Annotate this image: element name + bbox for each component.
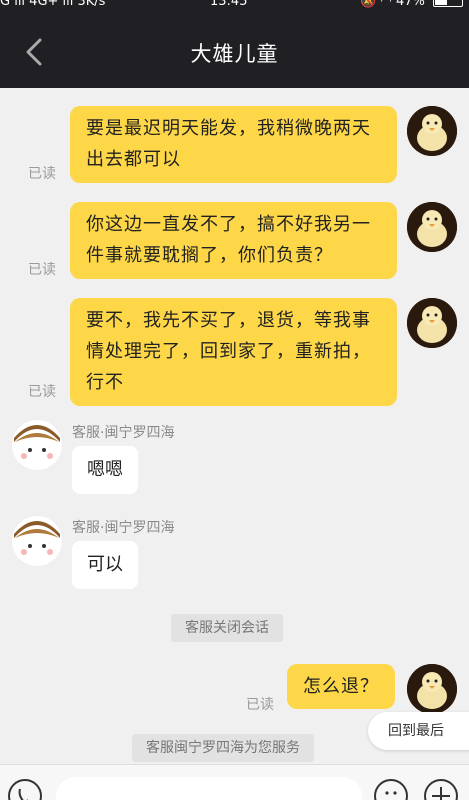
read-receipt: 已读 [246, 697, 274, 713]
status-bar: G ıll 4G+ ıll 3K/s 13:45 🔕 ◠ 47% [0, 0, 469, 12]
jump-to-latest-button[interactable]: 回到最后 [368, 712, 469, 750]
agent-avatar-icon [12, 420, 62, 470]
plus-icon [432, 787, 450, 800]
message-bubble-outgoing[interactable]: 要是最迟明天能发，我稍微晚两天出去都可以 [70, 106, 397, 183]
page-title: 大雄儿童 [190, 42, 279, 66]
agent-avatar-icon [12, 516, 62, 566]
system-notice: 客服闽宁罗四海为您服务 [132, 734, 314, 762]
avatar[interactable] [407, 106, 457, 156]
avatar[interactable] [12, 420, 62, 470]
duck-avatar-icon [407, 202, 457, 252]
wifi-icon: ◠ [380, 0, 392, 9]
message-bubble-outgoing[interactable]: 怎么退？ [287, 664, 395, 709]
duck-avatar-icon [407, 298, 457, 348]
avatar[interactable] [407, 664, 457, 714]
duck-avatar-icon [407, 106, 457, 156]
read-receipt: 已读 [28, 166, 56, 182]
duck-avatar-icon [407, 664, 457, 714]
avatar[interactable] [407, 298, 457, 348]
avatar[interactable] [407, 202, 457, 252]
mute-icon: 🔕 [360, 0, 377, 9]
signal-indicators: G ıll 4G+ ıll 3K/s [0, 0, 106, 9]
message-bubble-outgoing[interactable]: 要不，我先不买了，退货，等我事情处理完了，回到家了，重新拍，行不 [70, 298, 397, 406]
message-bubble-outgoing[interactable]: 你这边一直发不了，搞不好我另一件事就要耽搁了，你们负责？ [70, 202, 397, 279]
avatar[interactable] [12, 516, 62, 566]
sender-name: 客服·闽宁罗四海 [72, 520, 175, 536]
read-receipt: 已读 [28, 384, 56, 400]
clock: 13:45 [210, 0, 248, 9]
input-bar [0, 764, 469, 800]
battery-icon [433, 0, 463, 7]
more-button[interactable] [424, 779, 458, 800]
phone-button[interactable] [8, 779, 42, 800]
phone-icon [18, 788, 28, 800]
chat-header: 大雄儿童 [0, 12, 469, 88]
system-notice: 客服关闭会话 [171, 614, 283, 642]
smiley-icon [385, 791, 397, 795]
message-bubble-incoming[interactable]: 可以 [72, 541, 138, 589]
read-receipt: 已读 [28, 262, 56, 278]
sender-name: 客服·闽宁罗四海 [72, 425, 175, 441]
status-right: 🔕 ◠ 47% [360, 0, 463, 8]
message-input[interactable] [56, 777, 362, 800]
battery-percent: 47% [395, 0, 425, 9]
message-bubble-incoming[interactable]: 嗯嗯 [72, 446, 138, 494]
emoji-button[interactable] [374, 779, 408, 800]
